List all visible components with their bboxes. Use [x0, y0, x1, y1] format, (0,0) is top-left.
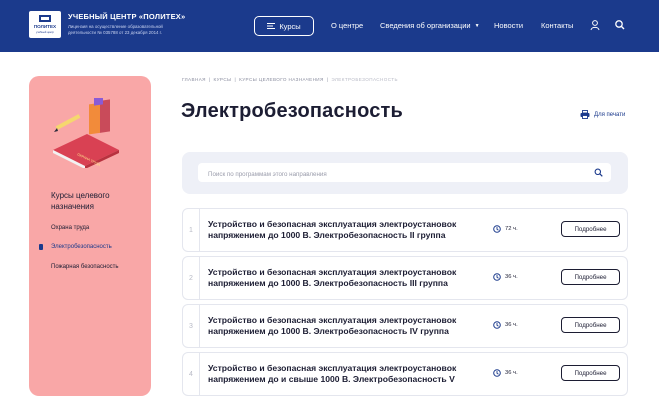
- course-card: 3 Устройство и безопасная эксплуатация э…: [182, 304, 628, 348]
- nav-organization-label: Сведения об организации: [380, 21, 471, 30]
- breadcrumb-separator: |: [208, 77, 211, 82]
- course-duration-label: 36 ч.: [505, 274, 518, 280]
- books-illustration: ОХРАНА ТРУДА: [53, 98, 119, 168]
- course-duration-label: 36 ч.: [505, 322, 518, 328]
- breadcrumb-home[interactable]: Главная: [182, 77, 206, 82]
- active-item-marker: [39, 244, 43, 250]
- sidebar-item-electrical-safety[interactable]: Электробезопасность: [51, 244, 112, 250]
- course-duration: 36 ч.: [493, 321, 518, 329]
- print-label: Для печати: [594, 111, 626, 118]
- course-duration: 36 ч.: [493, 369, 518, 377]
- course-number: 3: [183, 305, 200, 347]
- breadcrumb-current: Электробезопасность: [331, 77, 398, 82]
- details-button[interactable]: Подробнее: [561, 221, 620, 237]
- courses-button-label: Курсы: [279, 21, 301, 31]
- breadcrumb-separator: |: [234, 77, 237, 82]
- breadcrumb-courses[interactable]: Курсы: [213, 77, 231, 82]
- course-card: 2 Устройство и безопасная эксплуатация э…: [182, 256, 628, 300]
- course-duration-label: 72 ч.: [505, 226, 518, 232]
- clock-icon: [493, 321, 501, 329]
- printer-icon: [580, 110, 590, 119]
- sidebar-title: Курсы целевого назначения: [51, 191, 110, 211]
- nav-about[interactable]: О центре: [331, 21, 363, 30]
- course-title[interactable]: Устройство и безопасная эксплуатация эле…: [208, 267, 478, 289]
- search-icon[interactable]: [614, 19, 626, 31]
- search-panel: [182, 152, 628, 194]
- details-button[interactable]: Подробнее: [561, 317, 620, 333]
- course-title[interactable]: Устройство и безопасная эксплуатация эле…: [208, 219, 478, 241]
- course-card: 4 Устройство и безопасная эксплуатация э…: [182, 352, 628, 396]
- sidebar: ОХРАНА ТРУДА Курсы целевого назначения О…: [29, 76, 151, 396]
- site-header: ПОЛИТЕХ учебный центр УЧЕБНЫЙ ЦЕНТР «ПОЛ…: [0, 0, 659, 52]
- print-link[interactable]: Для печати: [580, 110, 625, 119]
- page-title: Электробезопасность: [181, 100, 404, 122]
- details-button[interactable]: Подробнее: [561, 269, 620, 285]
- search-field: [198, 163, 611, 184]
- course-number: 2: [183, 257, 200, 299]
- course-title[interactable]: Устройство и безопасная эксплуатация эле…: [208, 363, 478, 385]
- nav-organization[interactable]: Сведения об организации ▼: [380, 21, 480, 30]
- course-number: 4: [183, 353, 200, 395]
- courses-menu-button[interactable]: Курсы: [254, 16, 314, 36]
- breadcrumb-separator: |: [326, 77, 329, 82]
- user-icon[interactable]: [589, 19, 601, 31]
- sidebar-item-fire-safety[interactable]: Пожарная безопасность: [51, 264, 119, 270]
- course-title[interactable]: Устройство и безопасная эксплуатация эле…: [208, 315, 478, 337]
- breadcrumb-target-courses[interactable]: Курсы целевого назначения: [239, 77, 324, 82]
- svg-text:учебный центр: учебный центр: [36, 30, 55, 34]
- nav-contacts[interactable]: Контакты: [541, 21, 573, 30]
- logo[interactable]: ПОЛИТЕХ учебный центр: [29, 11, 61, 38]
- site-title: УЧЕБНЫЙ ЦЕНТР «ПОЛИТЕХ»: [68, 12, 186, 21]
- breadcrumb: Главная | Курсы | Курсы целевого назначения |…: [182, 77, 398, 82]
- sidebar-item-labor-safety[interactable]: Охрана труда: [51, 225, 89, 231]
- course-card: 1 Устройство и безопасная эксплуатация э…: [182, 208, 628, 252]
- chevron-down-icon: ▼: [474, 23, 480, 29]
- clock-icon: [493, 369, 501, 377]
- details-button[interactable]: Подробнее: [561, 365, 620, 381]
- course-duration: 36 ч.: [493, 273, 518, 281]
- svg-text:ПОЛИТЕХ: ПОЛИТЕХ: [34, 24, 57, 29]
- course-duration: 72 ч.: [493, 225, 518, 233]
- course-duration-label: 36 ч.: [505, 370, 518, 376]
- logo-emblem-icon: ПОЛИТЕХ учебный центр: [34, 15, 57, 34]
- search-input[interactable]: [198, 165, 611, 184]
- nav-news[interactable]: Новости: [494, 21, 523, 30]
- license-text: Лицензия на осуществление образовательно…: [68, 24, 163, 35]
- course-number: 1: [183, 209, 200, 251]
- clock-icon: [493, 225, 501, 233]
- search-icon[interactable]: [594, 168, 603, 177]
- clock-icon: [493, 273, 501, 281]
- menu-icon: [267, 23, 276, 29]
